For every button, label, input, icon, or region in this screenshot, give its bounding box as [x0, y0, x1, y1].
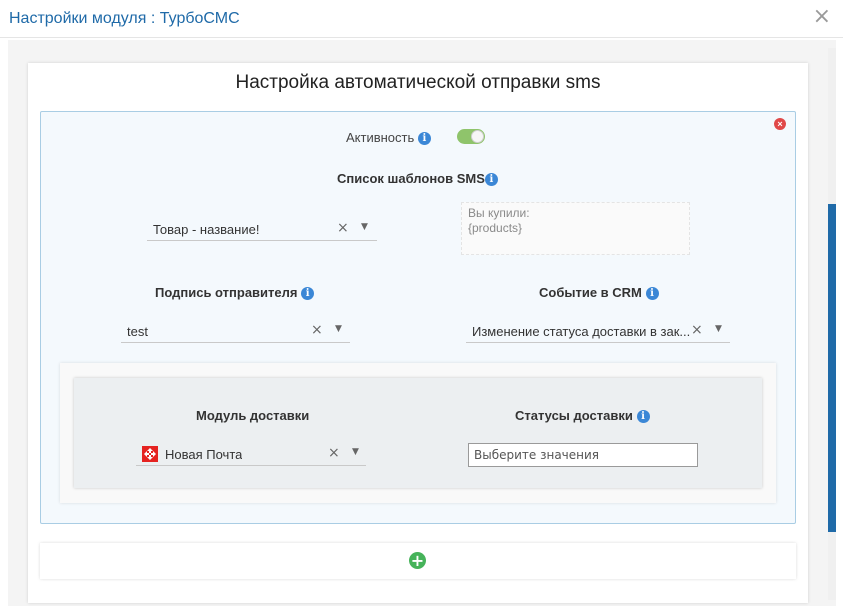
templates-label: Список шаблонов SMS: [337, 171, 485, 186]
active-field: Активность i: [346, 130, 431, 145]
modal-title: Настройки модуля : ТурбоСМС: [9, 10, 240, 27]
chevron-down-icon[interactable]: ▼: [335, 324, 342, 334]
close-icon[interactable]: ×: [813, 4, 831, 29]
chevron-down-icon[interactable]: ▼: [361, 222, 368, 232]
info-icon[interactable]: i: [417, 132, 431, 145]
card-title: Настройка автоматической отправки sms: [235, 72, 601, 93]
clear-icon[interactable]: ×: [337, 220, 349, 236]
chevron-down-icon[interactable]: ▼: [352, 447, 359, 457]
clear-icon[interactable]: ×: [311, 322, 323, 338]
crm-event-label-group: Событие в CRM i: [539, 285, 659, 300]
sender-label-group: Подпись отправителя i: [155, 285, 315, 300]
toggle-knob: [471, 130, 484, 143]
template-select-value: Товар - название!: [153, 222, 260, 237]
modal-header: Настройки модуля : ТурбоСМС ×: [0, 0, 843, 38]
sender-select-value: test: [127, 324, 148, 339]
delivery-row: [74, 378, 762, 488]
preview-line: Вы купили:: [468, 206, 530, 220]
preview-line: {products}: [468, 221, 523, 235]
add-rule-button[interactable]: +: [409, 552, 426, 569]
remove-rule-icon[interactable]: ×: [774, 118, 786, 130]
info-icon[interactable]: i: [645, 287, 659, 300]
clear-icon[interactable]: ×: [328, 445, 340, 461]
template-select[interactable]: Товар - название! × ▼: [147, 217, 377, 241]
info-icon[interactable]: i: [301, 287, 315, 300]
templates-label-group: Список шаблонов SMS i: [337, 171, 498, 186]
crm-event-select-value: Изменение статуса доставки в зак...: [472, 324, 691, 339]
delivery-module-select-value: Новая Почта: [165, 447, 243, 462]
delivery-statuses-input[interactable]: Выберите значения: [468, 443, 698, 467]
scrollbar-thumb[interactable]: [828, 204, 836, 532]
scrollbar[interactable]: [828, 48, 836, 600]
crm-event-label: Событие в CRM: [539, 285, 642, 300]
sender-select[interactable]: test × ▼: [121, 319, 350, 343]
template-preview: Вы купили: {products}: [461, 202, 690, 255]
info-icon[interactable]: i: [484, 173, 498, 186]
active-label: Активность: [346, 130, 415, 145]
crm-event-select[interactable]: Изменение статуса доставки в зак... × ▼: [466, 319, 730, 343]
chevron-down-icon[interactable]: ▼: [715, 324, 722, 334]
delivery-module-label: Модуль доставки: [196, 408, 310, 423]
delivery-statuses-label-group: Статусы доставки i: [515, 408, 650, 423]
delivery-module-select[interactable]: Новая Почта × ▼: [136, 442, 366, 466]
clear-icon[interactable]: ×: [691, 322, 703, 338]
active-toggle[interactable]: [457, 129, 485, 144]
info-icon[interactable]: i: [636, 410, 650, 423]
delivery-statuses-label: Статусы доставки: [515, 408, 633, 423]
sender-label: Подпись отправителя: [155, 285, 298, 300]
